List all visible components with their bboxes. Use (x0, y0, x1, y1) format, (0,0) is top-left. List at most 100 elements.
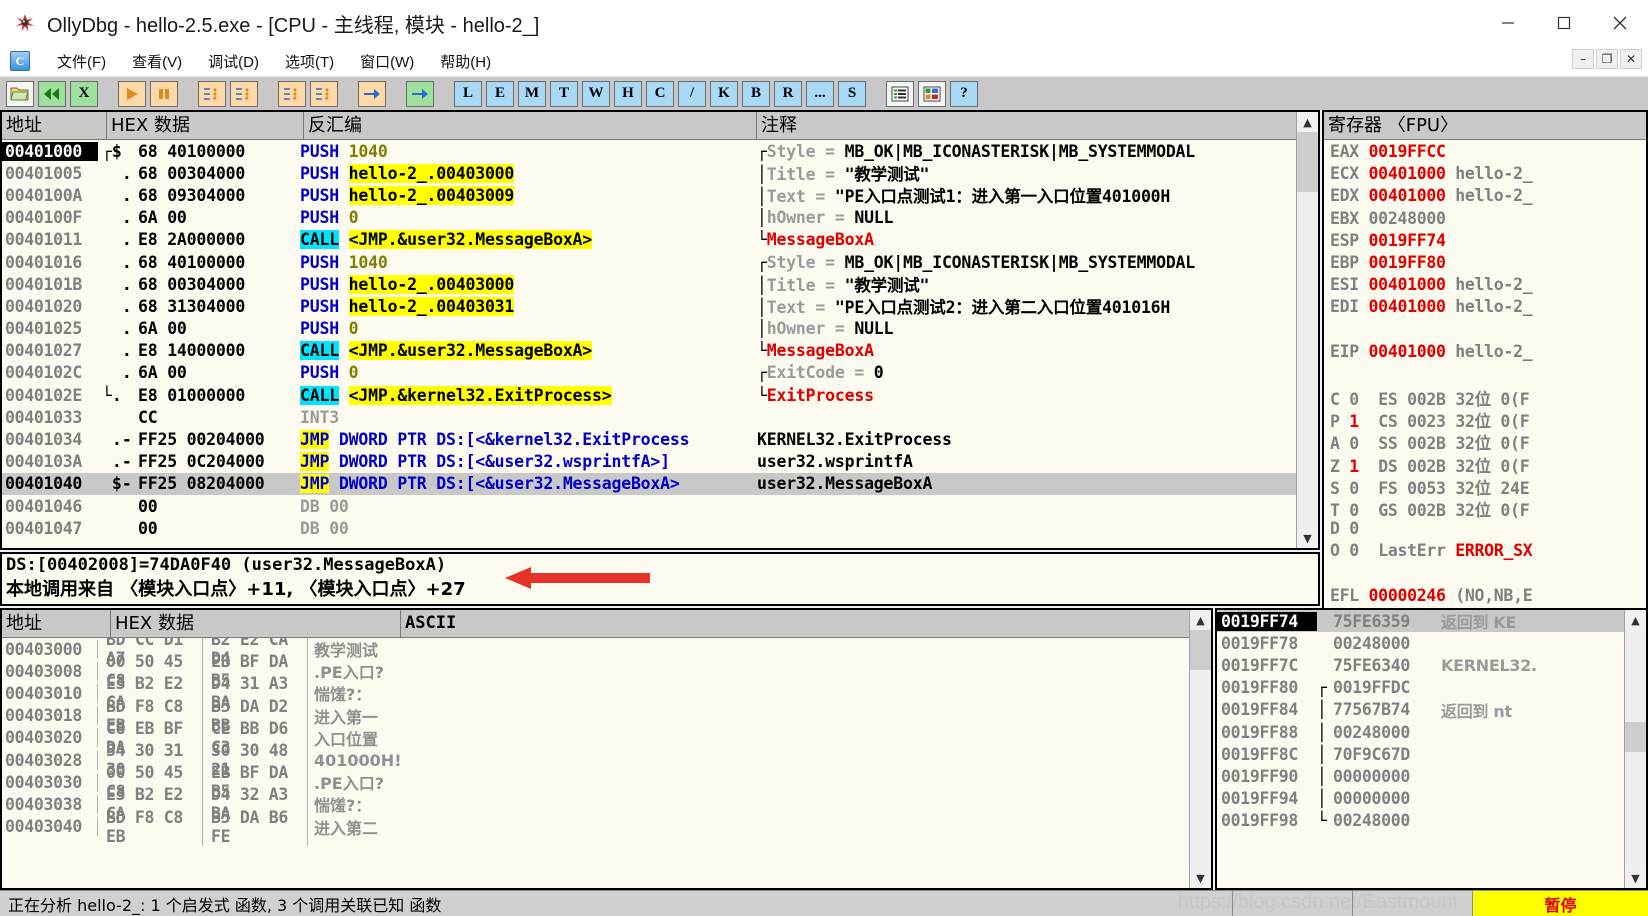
disassembly-row[interactable]: 00401011 .E8 2A000000CALL <JMP.&user32.M… (2, 229, 1296, 251)
dump-row[interactable]: 00403040BD F8 C8 EBB5 DA B6 FE进入第二 (2, 816, 1189, 838)
disassembly-row[interactable]: 00401020 .68 31304000PUSH hello-2_.00403… (2, 295, 1296, 317)
scroll-thumb[interactable] (1297, 132, 1318, 192)
trace-over-button[interactable] (310, 81, 338, 107)
close-button[interactable] (1592, 0, 1648, 46)
disassembly-row[interactable]: 0040102E└.E8 01000000CALL <JMP.&kernel32… (2, 384, 1296, 406)
stack-row[interactable]: 0019FF94│00000000 (1217, 788, 1624, 810)
breakpoints-button[interactable]: B (742, 81, 770, 107)
menu-window[interactable]: 窗口(W) (347, 51, 427, 72)
disassembly-row[interactable]: 00401016 .68 40100000PUSH 1040┌Style = M… (2, 251, 1296, 273)
disassembly-row[interactable]: 0040103A .-FF25 0C204000JMP DWORD PTR DS… (2, 451, 1296, 473)
header-disasm[interactable]: 反汇编 (304, 112, 757, 140)
register-eax[interactable]: EAX 0019FFCC (1330, 142, 1646, 164)
cpu-window-button[interactable]: C (646, 81, 674, 107)
menu-file[interactable]: 文件(F) (44, 51, 119, 72)
stack-row[interactable]: 0019FF88│00248000 (1217, 721, 1624, 743)
disassembly-row[interactable]: 0040101B .68 00304000PUSH hello-2_.00403… (2, 273, 1296, 295)
flag-t[interactable]: T 0 GS 002B 32位 0(F (1330, 497, 1646, 519)
disassembly-scrollbar[interactable]: ▲ ▼ (1296, 112, 1318, 548)
register-ebx[interactable]: EBX 00248000 (1330, 209, 1646, 231)
register-esi[interactable]: ESI 00401000 hello-2_ (1330, 275, 1646, 297)
stack-scroll-up-arrow[interactable]: ▲ (1625, 610, 1646, 630)
help-button[interactable]: ? (950, 81, 978, 107)
disassembly-row[interactable]: 00401047 00DB 00 (2, 517, 1296, 539)
patches-button[interactable]: / (678, 81, 706, 107)
dump-scroll-thumb[interactable] (1190, 630, 1211, 670)
pause-button[interactable] (150, 81, 178, 107)
disassembly-row[interactable]: 0040102C .6A 00PUSH 0┌ExitCode = 0 (2, 362, 1296, 384)
stack-row[interactable]: 0019FF78 00248000 (1217, 632, 1624, 654)
disassembly-row[interactable]: 0040100F .6A 00PUSH 0│hOwner = NULL (2, 207, 1296, 229)
flag-c[interactable]: C 0 ES 002B 32位 0(F (1330, 386, 1646, 408)
register-ebp[interactable]: EBP 0019FF80 (1330, 253, 1646, 275)
register-edx[interactable]: EDX 00401000 hello-2_ (1330, 186, 1646, 208)
register-esp[interactable]: ESP 0019FF74 (1330, 231, 1646, 253)
step-into-button[interactable] (198, 81, 226, 107)
disassembly-row[interactable]: 00401034 .-FF25 00204000JMP DWORD PTR DS… (2, 428, 1296, 450)
executable-modules-button[interactable]: E (486, 81, 514, 107)
run-button[interactable] (118, 81, 146, 107)
stack-row[interactable]: 0019FF8C│70F9C67D (1217, 743, 1624, 765)
flag-a[interactable]: A 0 SS 002B 32位 0(F (1330, 430, 1646, 452)
flag-o[interactable]: O 0 LastErr ERROR_SX (1330, 541, 1646, 563)
disassembly-row[interactable]: 00401033 CCINT3 (2, 406, 1296, 428)
stack-row[interactable]: 0019FF74 75FE6359返回到 KE (1217, 610, 1624, 632)
stack-row[interactable]: 0019FF7C 75FE6340KERNEL32. (1217, 654, 1624, 676)
flag-s[interactable]: S 0 FS 0053 32位 24E (1330, 475, 1646, 497)
dump-header-address[interactable]: 地址 (2, 610, 111, 638)
memory-map-button[interactable]: M (518, 81, 546, 107)
stack-scroll-thumb[interactable] (1625, 722, 1646, 752)
open-file-button[interactable] (6, 81, 34, 107)
register-edi[interactable]: EDI 00401000 hello-2_ (1330, 297, 1646, 319)
step-over-button[interactable] (230, 81, 258, 107)
options-list-button[interactable] (886, 81, 914, 107)
run-trace-button[interactable]: ... (806, 81, 834, 107)
close-program-button[interactable]: X (70, 81, 98, 107)
flag-p[interactable]: P 1 CS 0023 32位 0(F (1330, 408, 1646, 430)
log-window-button[interactable]: L (454, 81, 482, 107)
disassembly-row[interactable]: 00401005 .68 00304000PUSH hello-2_.00403… (2, 162, 1296, 184)
menu-help[interactable]: 帮助(H) (427, 51, 504, 72)
header-address[interactable]: 地址 (2, 112, 107, 140)
stack-row[interactable]: 0019FF80┌0019FFDC (1217, 677, 1624, 699)
disassembly-row[interactable]: 00401000┌$68 40100000PUSH 1040┌Style = M… (2, 140, 1296, 162)
windows-button[interactable]: W (582, 81, 610, 107)
source-button[interactable]: S (838, 81, 866, 107)
mdi-minimize-button[interactable]: – (1572, 49, 1594, 69)
cpu-window-icon[interactable]: C (10, 51, 30, 71)
references-button[interactable]: R (774, 81, 802, 107)
disassembly-row[interactable]: 00401027 .E8 14000000CALL <JMP.&user32.M… (2, 340, 1296, 362)
register-eip[interactable]: EIP 00401000 hello-2_ (1330, 342, 1646, 364)
header-hex[interactable]: HEX 数据 (107, 112, 304, 140)
execute-till-return-button[interactable] (358, 81, 386, 107)
flag-d[interactable]: D 0 (1330, 519, 1646, 541)
maximize-button[interactable] (1536, 0, 1592, 46)
stack-row[interactable]: 0019FF98└00248000 (1217, 810, 1624, 832)
disassembly-row[interactable]: 00401025 .6A 00PUSH 0│hOwner = NULL (2, 318, 1296, 340)
mdi-restore-button[interactable]: ❐ (1596, 49, 1618, 69)
stack-scroll-down-arrow[interactable]: ▼ (1625, 868, 1646, 888)
restart-button[interactable] (38, 81, 66, 107)
stack-row[interactable]: 0019FF90│00000000 (1217, 765, 1624, 787)
register-efl[interactable]: EFL 00000246 (NO,NB,E (1330, 586, 1646, 608)
threads-button[interactable]: T (550, 81, 578, 107)
menu-options[interactable]: 选项(T) (272, 51, 347, 72)
register-ecx[interactable]: ECX 00401000 hello-2_ (1330, 164, 1646, 186)
dump-header-ascii[interactable]: ASCII (401, 610, 1191, 638)
dump-scrollbar[interactable]: ▲ ▼ (1189, 610, 1211, 888)
menu-view[interactable]: 查看(V) (119, 51, 195, 72)
disassembly-row[interactable]: 0040100A .68 09304000PUSH hello-2_.00403… (2, 184, 1296, 206)
dump-header-hex[interactable]: HEX 数据 (111, 610, 401, 638)
disassembly-row[interactable]: 00401046 00DB 00 (2, 495, 1296, 517)
scroll-down-arrow[interactable]: ▼ (1297, 528, 1318, 548)
header-comment[interactable]: 注释 (757, 112, 1300, 140)
disassembly-row[interactable]: 00401040 $-FF25 08204000JMP DWORD PTR DS… (2, 473, 1296, 495)
dump-scroll-up-arrow[interactable]: ▲ (1190, 610, 1211, 630)
run-to-selection-button[interactable] (406, 81, 434, 107)
dump-scroll-down-arrow[interactable]: ▼ (1190, 868, 1211, 888)
flag-z[interactable]: Z 1 DS 002B 32位 0(F (1330, 453, 1646, 475)
trace-into-button[interactable] (278, 81, 306, 107)
appearance-button[interactable] (918, 81, 946, 107)
call-stack-button[interactable]: K (710, 81, 738, 107)
minimize-button[interactable] (1480, 0, 1536, 46)
